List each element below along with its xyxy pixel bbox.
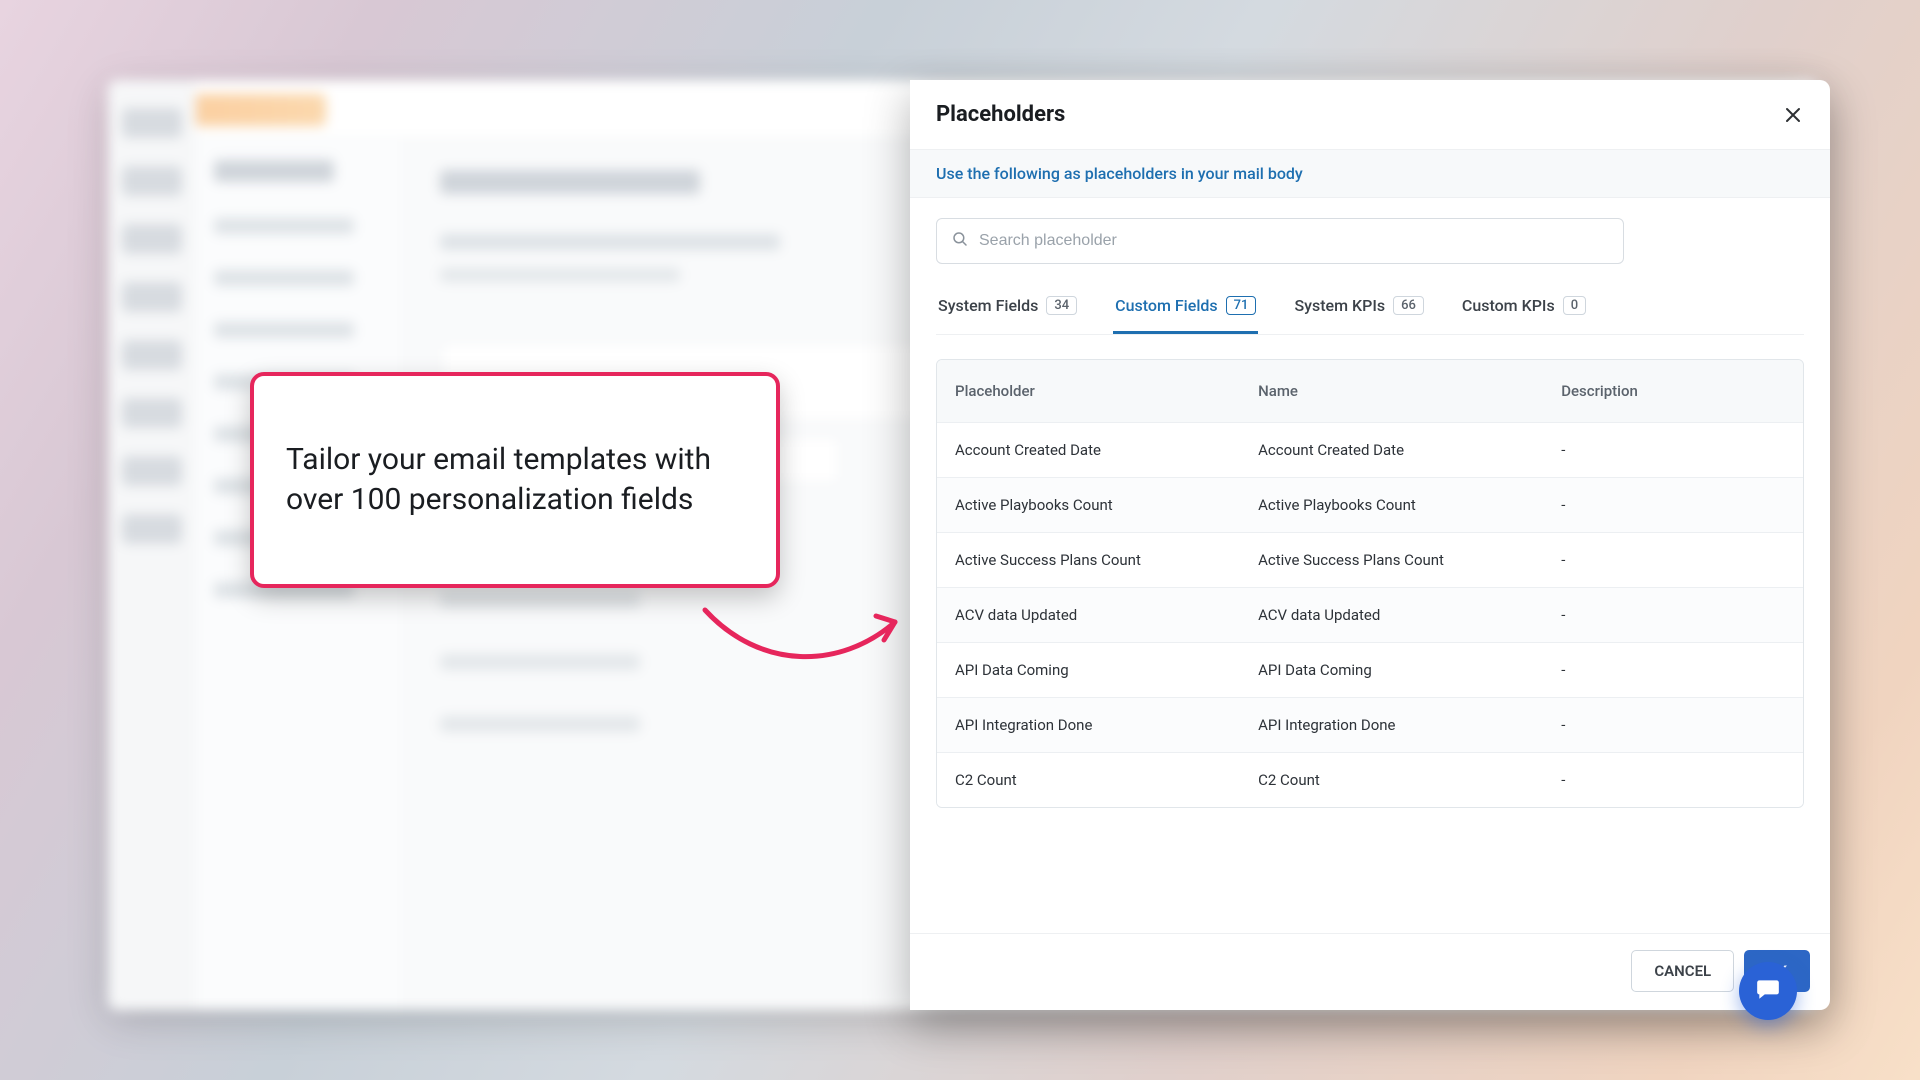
cell-placeholder: C2 Count — [937, 752, 1240, 807]
modal-header: Placeholders — [910, 80, 1830, 150]
table-row[interactable]: Active Playbooks Count Active Playbooks … — [937, 477, 1803, 532]
cell-placeholder: Active Success Plans Count — [937, 532, 1240, 587]
tab-count: 0 — [1563, 296, 1586, 315]
cell-description: - — [1543, 587, 1803, 642]
cell-name: API Integration Done — [1240, 697, 1543, 752]
tab-custom-kpis[interactable]: Custom KPIs 0 — [1460, 286, 1588, 334]
col-name: Name — [1240, 360, 1543, 422]
table-row[interactable]: C2 Count C2 Count - — [937, 752, 1803, 807]
modal-body: System Fields 34 Custom Fields 71 System… — [910, 198, 1830, 339]
tabs: System Fields 34 Custom Fields 71 System… — [936, 286, 1804, 335]
cell-description: - — [1543, 697, 1803, 752]
tab-label: System Fields — [938, 296, 1038, 315]
cell-placeholder: Active Playbooks Count — [937, 477, 1240, 532]
tab-label: System KPIs — [1294, 296, 1385, 315]
cell-name: Active Success Plans Count — [1240, 532, 1543, 587]
placeholders-modal: Placeholders Use the following as placeh… — [910, 80, 1830, 1010]
cell-description: - — [1543, 477, 1803, 532]
tab-label: Custom Fields — [1115, 296, 1218, 315]
cancel-button-label: CANCEL — [1654, 962, 1711, 980]
cell-name: Account Created Date — [1240, 422, 1543, 477]
modal-footer: CANCEL OK — [910, 933, 1830, 1010]
cell-placeholder: ACV data Updated — [937, 587, 1240, 642]
cell-description: - — [1543, 422, 1803, 477]
annotation-arrow-icon — [700, 600, 910, 670]
placeholders-table: Placeholder Name Description Account Cre… — [936, 359, 1804, 808]
cell-name: API Data Coming — [1240, 642, 1543, 697]
tab-count: 34 — [1046, 296, 1077, 315]
cell-placeholder: API Integration Done — [937, 697, 1240, 752]
col-placeholder: Placeholder — [937, 360, 1240, 422]
page-root: Placeholders Use the following as placeh… — [0, 0, 1920, 1080]
cell-placeholder: Account Created Date — [937, 422, 1240, 477]
cell-name: Active Playbooks Count — [1240, 477, 1543, 532]
tab-count: 71 — [1226, 296, 1257, 315]
table-row[interactable]: API Integration Done API Integration Don… — [937, 697, 1803, 752]
cancel-button[interactable]: CANCEL — [1631, 950, 1734, 992]
close-icon[interactable] — [1782, 104, 1804, 126]
annotation-callout: Tailor your email templates with over 10… — [250, 372, 780, 588]
modal-subtitle: Use the following as placeholders in you… — [910, 150, 1830, 198]
table-row[interactable]: Account Created Date Account Created Dat… — [937, 422, 1803, 477]
table-row[interactable]: Active Success Plans Count Active Succes… — [937, 532, 1803, 587]
search-input[interactable] — [979, 232, 1609, 250]
cell-placeholder: API Data Coming — [937, 642, 1240, 697]
cell-description: - — [1543, 642, 1803, 697]
tab-count: 66 — [1393, 296, 1424, 315]
chat-fab[interactable] — [1739, 962, 1797, 1020]
table-header: Placeholder Name Description — [937, 360, 1803, 422]
chat-icon — [1755, 976, 1781, 1006]
cell-description: - — [1543, 532, 1803, 587]
cell-description: - — [1543, 752, 1803, 807]
col-description: Description — [1543, 360, 1803, 422]
tab-system-fields[interactable]: System Fields 34 — [936, 286, 1079, 334]
search-input-wrap[interactable] — [936, 218, 1624, 264]
tab-custom-fields[interactable]: Custom Fields 71 — [1113, 286, 1258, 334]
table-row[interactable]: API Data Coming API Data Coming - — [937, 642, 1803, 697]
cell-name: ACV data Updated — [1240, 587, 1543, 642]
search-icon — [951, 230, 969, 252]
modal-title: Placeholders — [936, 102, 1065, 127]
tab-system-kpis[interactable]: System KPIs 66 — [1292, 286, 1425, 334]
table-row[interactable]: ACV data Updated ACV data Updated - — [937, 587, 1803, 642]
cell-name: C2 Count — [1240, 752, 1543, 807]
annotation-text: Tailor your email templates with over 10… — [286, 440, 744, 521]
table-wrap: Placeholder Name Description Account Cre… — [910, 339, 1830, 933]
tab-label: Custom KPIs — [1462, 296, 1555, 315]
